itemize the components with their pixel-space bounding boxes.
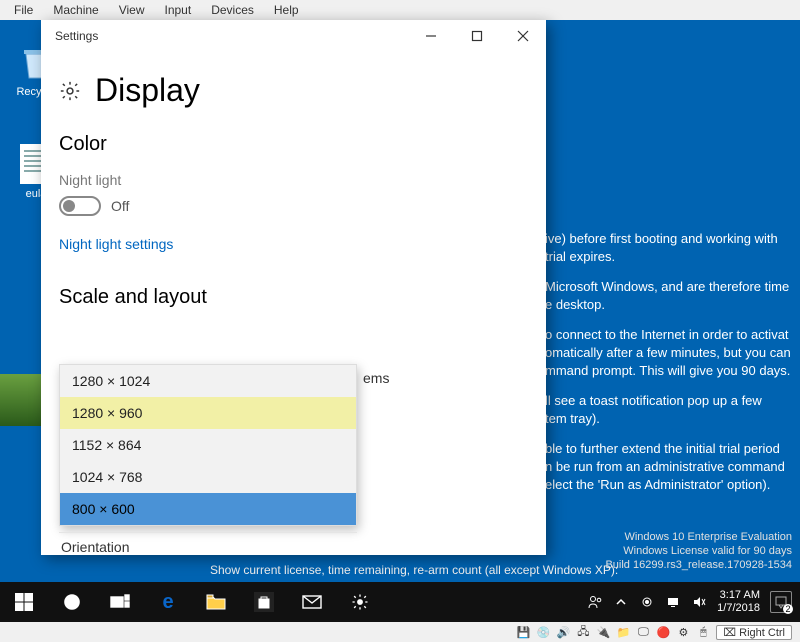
location-icon[interactable] [639,594,655,610]
mail-button[interactable] [288,582,336,622]
night-light-settings-link[interactable]: Night light settings [59,236,173,252]
vbox-host-key[interactable]: ⌧ Right Ctrl [716,625,792,640]
vbox-optical-icon[interactable]: 💿 [536,625,550,639]
taskbar-clock[interactable]: 3:17 AM 1/7/2018 [717,589,760,615]
minimize-button[interactable] [408,20,454,52]
resolution-option[interactable]: 1280 × 1024 [60,365,356,397]
settings-window-title: Settings [55,29,408,43]
windows-watermark: Windows 10 Enterprise Evaluation Windows… [605,530,792,572]
vbox-menubar[interactable]: File Machine View Input Devices Help [0,0,800,20]
resolution-option[interactable]: 1024 × 768 [60,461,356,493]
network-icon[interactable] [665,594,681,610]
taskbar-date: 1/7/2018 [717,602,760,615]
orientation-label: Orientation [59,532,357,555]
system-tray[interactable]: 3:17 AM 1/7/2018 [579,589,800,615]
vbox-menu-help[interactable]: Help [264,3,309,17]
items-truncated-label: ems [363,370,389,386]
color-heading: Color [59,133,528,156]
action-center-button[interactable] [770,591,792,613]
vbox-statusbar[interactable]: 💾 💿 🔊 🖧 🔌 📁 🖵 🔴 ⚙ 🖱 ⌧ Right Ctrl [0,622,800,642]
close-button[interactable] [500,20,546,52]
edge-browser-button[interactable]: e [144,582,192,622]
night-light-state: Off [111,198,129,214]
background-text: ive) before first booting and working wi… [545,230,800,506]
store-button[interactable] [240,582,288,622]
vbox-mouse-icon[interactable]: 🖱 [696,625,710,639]
scale-layout-heading: Scale and layout [59,286,528,309]
edge-icon: e [162,591,173,614]
windows-taskbar[interactable]: e 3:17 AM 1/7/2018 [0,582,800,622]
vbox-menu-machine[interactable]: Machine [43,3,108,17]
taskbar-time: 3:17 AM [720,589,760,602]
vbox-hdd-icon[interactable]: 💾 [516,625,530,639]
tray-chevron-up-icon[interactable] [613,594,629,610]
vbox-cpu-icon[interactable]: ⚙ [676,625,690,639]
resolution-option-selected[interactable]: 800 × 600 [60,493,356,525]
background-instruction-text: Show current license, time remaining, re… [210,563,618,577]
cortana-button[interactable] [48,582,96,622]
vbox-menu-input[interactable]: Input [155,3,202,17]
vbox-menu-devices[interactable]: Devices [201,3,264,17]
file-explorer-button[interactable] [192,582,240,622]
night-light-label: Night light [59,172,528,188]
gear-icon [59,80,81,102]
start-button[interactable] [0,582,48,622]
night-light-toggle[interactable] [59,196,101,216]
vbox-usb-icon[interactable]: 🔌 [596,625,610,639]
page-title: Display [95,72,200,109]
resolution-option[interactable]: 1280 × 960 [60,397,356,429]
vbox-audio-icon[interactable]: 🔊 [556,625,570,639]
vbox-display-icon[interactable]: 🖵 [636,625,650,639]
resolution-dropdown-list[interactable]: 1280 × 1024 1280 × 960 1152 × 864 1024 ×… [59,364,357,526]
task-view-button[interactable] [96,582,144,622]
windows-desktop[interactable]: Recycle eula ive) before first booting a… [0,20,800,582]
settings-titlebar[interactable]: Settings [41,20,546,52]
vbox-shared-folder-icon[interactable]: 📁 [616,625,630,639]
settings-window: Settings Display Color Night light Off N… [41,20,546,555]
vbox-network-icon[interactable]: 🖧 [576,625,590,639]
vbox-recording-icon[interactable]: 🔴 [656,625,670,639]
settings-taskbar-button[interactable] [336,582,384,622]
maximize-button[interactable] [454,20,500,52]
vbox-menu-view[interactable]: View [109,3,155,17]
volume-icon[interactable] [691,594,707,610]
people-icon[interactable] [587,594,603,610]
store-icon [254,592,274,612]
vbox-menu-file[interactable]: File [4,3,43,17]
selection-highlight [0,374,42,426]
resolution-option[interactable]: 1152 × 864 [60,429,356,461]
